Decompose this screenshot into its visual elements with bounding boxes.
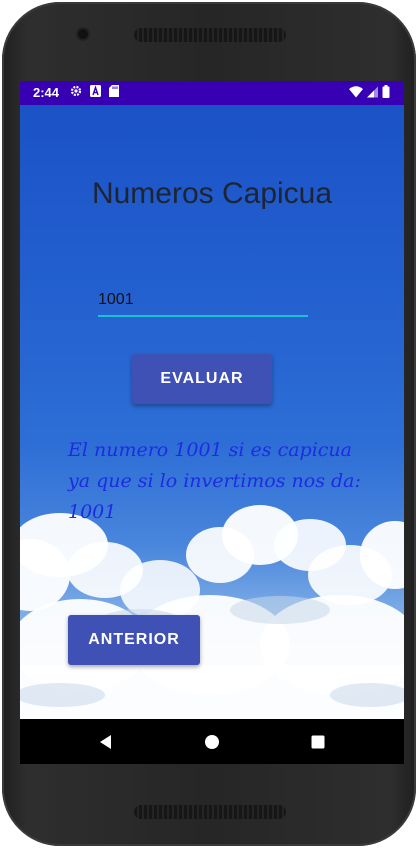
signal-icon [367, 86, 378, 97]
front-camera [78, 29, 88, 39]
status-bar: 2:44 [20, 81, 404, 105]
number-input[interactable] [98, 285, 308, 317]
recents-icon[interactable] [307, 731, 329, 753]
bottom-speaker [134, 805, 286, 819]
sd-card-icon [109, 85, 119, 97]
settings-icon [70, 85, 82, 97]
phone-frame: 2:44 Numeros Capicua 1001 EVALUAR El num… [2, 2, 416, 846]
status-icons-left [70, 85, 119, 97]
home-icon[interactable] [201, 731, 223, 753]
evaluate-button[interactable]: EVALUAR [132, 354, 272, 404]
wifi-icon [349, 85, 363, 97]
navigation-bar [20, 719, 404, 764]
back-icon[interactable] [95, 731, 117, 753]
status-time: 2:44 [33, 85, 60, 100]
screen: 2:44 Numeros Capicua 1001 EVALUAR El num… [20, 81, 404, 764]
battery-icon [382, 85, 390, 98]
status-icons-right [349, 85, 390, 98]
back-button[interactable]: ANTERIOR [68, 615, 200, 665]
a-icon [90, 85, 101, 97]
page-title: Numeros Capicua [91, 177, 333, 210]
top-speaker [134, 28, 286, 42]
app-content: Numeros Capicua EVALUAR El numero 1001 s… [20, 105, 404, 719]
result-text: El numero 1001 si es capicua ya que si l… [68, 439, 361, 523]
